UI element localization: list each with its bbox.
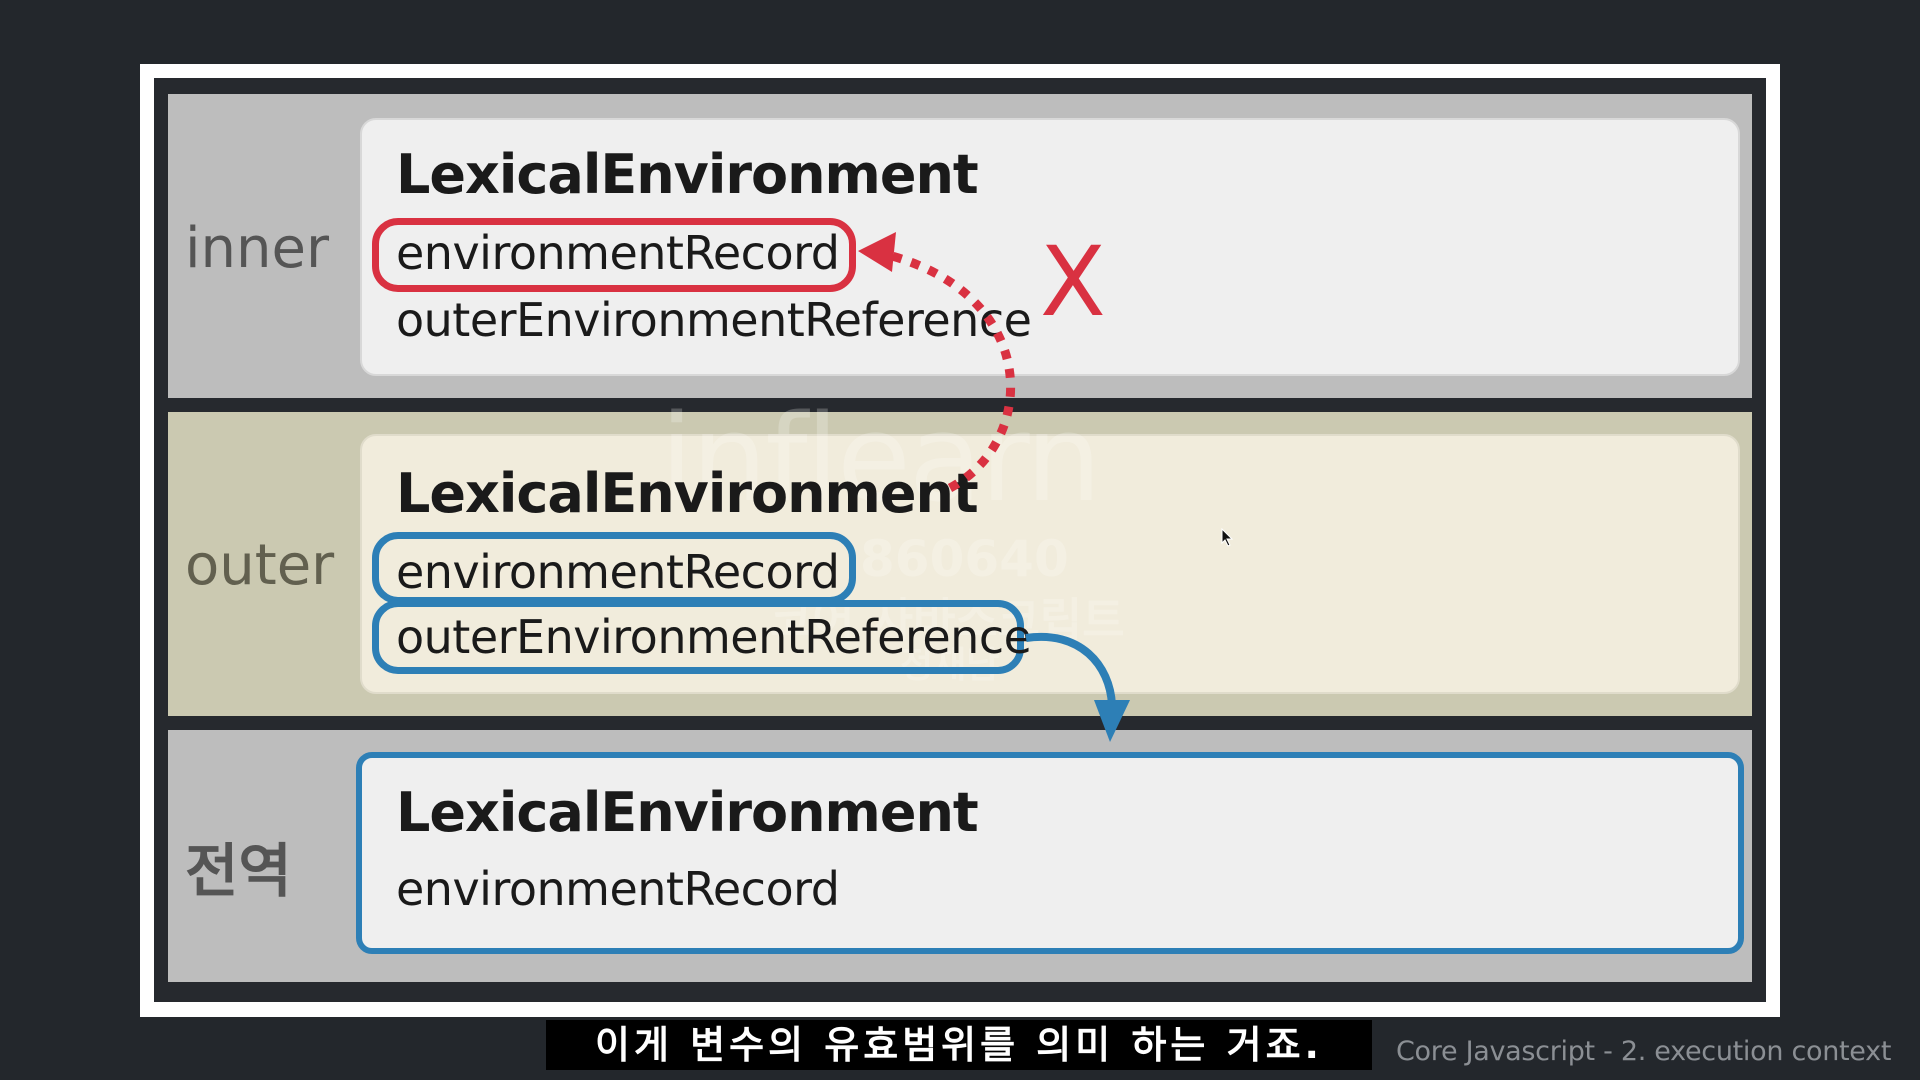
- mouse-cursor-icon: [1221, 528, 1234, 547]
- subtitle-box: 이게 변수의 유효범위를 의미 하는 거죠.: [546, 1020, 1372, 1070]
- scope-chain-arrow: [1025, 632, 1116, 706]
- reference-arrows: [858, 232, 1130, 742]
- lecture-caption: Core Javascript - 2. execution context: [1396, 1036, 1892, 1067]
- subtitle-text: 이게 변수의 유효범위를 의미 하는 거죠.: [595, 1023, 1323, 1067]
- blocked-arrow-head: [858, 232, 896, 272]
- blocked-x-mark: X: [1040, 226, 1106, 338]
- scope-chain-arrow-head: [1094, 700, 1130, 742]
- blocked-reference-arrow: [878, 248, 1016, 492]
